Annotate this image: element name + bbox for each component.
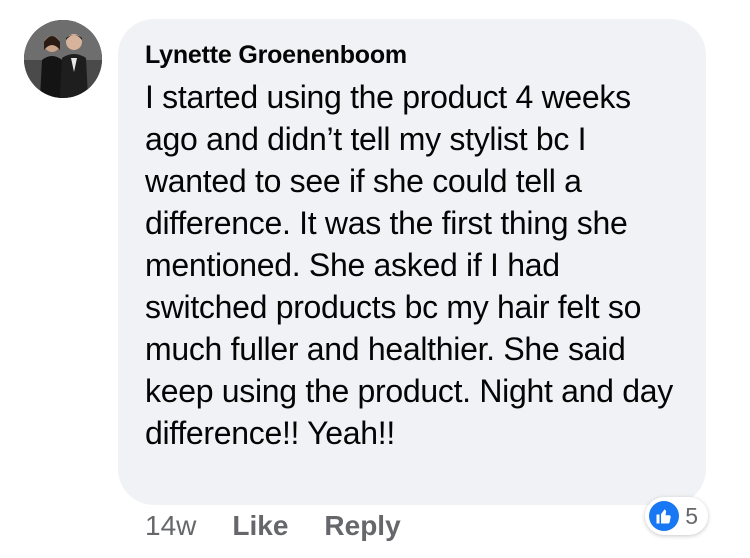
- reaction-count: 5: [685, 502, 698, 529]
- avatar-photo: [24, 20, 102, 98]
- comment-bubble: Lynette Groenenboom I started using the …: [118, 19, 706, 505]
- avatar[interactable]: [24, 20, 102, 98]
- comment-actions: 14w Like Reply: [145, 510, 437, 542]
- reply-button[interactable]: Reply: [324, 510, 400, 542]
- author-name[interactable]: Lynette Groenenboom: [145, 39, 680, 71]
- reaction-summary[interactable]: 5: [645, 497, 708, 535]
- like-button[interactable]: Like: [232, 510, 288, 542]
- timestamp[interactable]: 14w: [145, 510, 196, 542]
- comment-text: I started using the product 4 weeks ago …: [145, 79, 673, 451]
- thumbs-up-icon: [649, 501, 680, 531]
